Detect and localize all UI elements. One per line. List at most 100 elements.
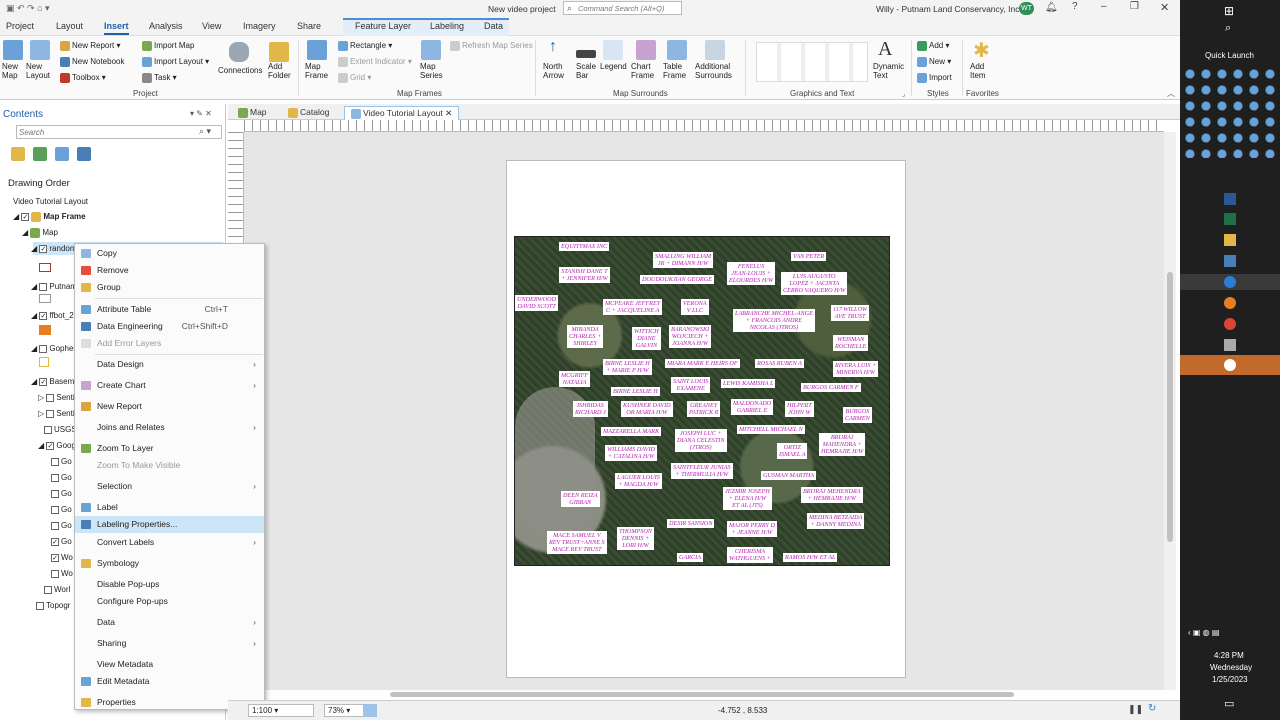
- raster-swatch[interactable]: [39, 325, 51, 335]
- arcgis-pro-icon[interactable]: [1224, 276, 1236, 288]
- layer-item[interactable]: Go: [51, 521, 72, 530]
- layer-item[interactable]: ▷ Senti: [38, 393, 75, 402]
- chrome-icon[interactable]: [1224, 318, 1236, 330]
- minimize-icon[interactable]: –: [1101, 1, 1107, 12]
- vertical-scrollbar[interactable]: [1164, 132, 1176, 690]
- checkbox[interactable]: [39, 344, 48, 353]
- menu-item-attribute-table[interactable]: Attribute Table Ctrl+T: [75, 301, 264, 318]
- checkbox[interactable]: [44, 425, 52, 434]
- menu-item-sharing[interactable]: Sharing ›: [75, 635, 264, 652]
- search-icon[interactable]: ⌕: [1225, 22, 1231, 35]
- menu-item-add-error-layers[interactable]: Add Error Layers: [75, 335, 264, 352]
- menu-item-data-engineering[interactable]: Data Engineering Ctrl+Shift+D: [75, 318, 264, 335]
- notifications-icon[interactable]: ▭: [1224, 697, 1234, 710]
- menu-item-convert-labels[interactable]: Convert Labels ›: [75, 534, 264, 551]
- layer-item[interactable]: Worl: [44, 585, 70, 594]
- layer-item[interactable]: ▷ Senti: [38, 409, 75, 418]
- pane-options-icon[interactable]: ▾ ✎ ✕: [190, 109, 212, 118]
- menu-item-selection[interactable]: Selection ›: [75, 478, 264, 495]
- restore-icon[interactable]: ❐: [1130, 1, 1139, 12]
- command-search-box[interactable]: ⌕ Command Search (Alt+Q): [563, 1, 682, 15]
- horizontal-scrollbar[interactable]: [390, 692, 1014, 697]
- menu-item-new-report[interactable]: New Report: [75, 398, 264, 415]
- symbol-swatch[interactable]: [39, 263, 51, 272]
- menu-item-zoom-to-make-visible[interactable]: Zoom To Make Visible: [75, 457, 264, 474]
- new-style-button[interactable]: New ▾: [917, 57, 951, 67]
- word-icon[interactable]: [1224, 193, 1236, 205]
- additional-surrounds-button[interactable]: Additional Surrounds: [695, 62, 732, 80]
- launcher-icon[interactable]: ⌟: [902, 90, 905, 98]
- menu-item-zoom-to-layer[interactable]: Zoom To Layer: [75, 440, 264, 457]
- symbol-swatch[interactable]: [39, 357, 49, 367]
- windows-start-icon[interactable]: ⊞: [1224, 4, 1234, 18]
- tab-share[interactable]: Share: [297, 21, 321, 31]
- menu-item-configure-popups[interactable]: Configure Pop-ups: [75, 593, 264, 610]
- menu-item-group[interactable]: Group: [75, 279, 264, 296]
- checkbox[interactable]: [51, 473, 59, 482]
- refresh-icon[interactable]: ↻: [1148, 703, 1156, 714]
- layout-name[interactable]: Video Tutorial Layout: [13, 197, 88, 206]
- fixed-zoom-icon[interactable]: [363, 704, 377, 717]
- checkbox[interactable]: [51, 521, 59, 530]
- menu-item-label[interactable]: Label: [75, 499, 264, 516]
- tab-imagery[interactable]: Imagery: [243, 21, 276, 31]
- import-style-button[interactable]: Import: [917, 73, 952, 83]
- menu-item-symbology[interactable]: Symbology: [75, 555, 264, 572]
- doc-tab-map[interactable]: Map: [232, 106, 273, 119]
- map-series-button[interactable]: Map Series: [420, 62, 443, 80]
- layer-item[interactable]: ◢ ✓ Goog: [38, 441, 76, 450]
- menu-item-joins-relates[interactable]: Joins and Relates ›: [75, 419, 264, 436]
- checkbox[interactable]: [51, 489, 59, 498]
- contents-search-input[interactable]: Search ⌕ ▾: [16, 125, 222, 139]
- layer-item[interactable]: Go: [51, 473, 72, 482]
- layer-item[interactable]: ◢ ✓ ffbot_2: [31, 311, 74, 320]
- layer-item[interactable]: Go: [51, 505, 72, 514]
- import-map-button[interactable]: Import Map: [142, 41, 194, 51]
- new-layout-button[interactable]: New Layout: [26, 62, 50, 80]
- checkbox[interactable]: ✓: [39, 311, 48, 320]
- new-map-button[interactable]: New Map: [2, 62, 18, 80]
- layer-item[interactable]: Go: [51, 489, 72, 498]
- menu-item-labeling-properties[interactable]: Labeling Properties...: [75, 516, 264, 533]
- chart-frame-button[interactable]: Chart Frame: [631, 62, 654, 80]
- menu-item-view-metadata[interactable]: View Metadata: [75, 656, 264, 673]
- layer-item[interactable]: USGS: [44, 425, 77, 434]
- extent-indicator-button[interactable]: Extent Indicator ▾: [338, 57, 412, 67]
- layer-item[interactable]: ◢ Putnam: [31, 282, 77, 291]
- doc-tab-catalog[interactable]: Catalog: [282, 106, 335, 119]
- new-notebook-button[interactable]: New Notebook: [60, 57, 124, 67]
- layer-item[interactable]: Topogr: [36, 601, 70, 610]
- checkbox[interactable]: [36, 601, 44, 610]
- tree-item-map-frame[interactable]: ◢ ✓ Map Frame: [13, 212, 86, 222]
- search-icon[interactable]: ⌕ ▾: [199, 126, 211, 137]
- layer-item[interactable]: ✓ Go: [51, 537, 72, 546]
- checkbox[interactable]: ✓: [39, 244, 48, 253]
- recorder-icon[interactable]: [1224, 359, 1236, 371]
- arcgis-icon[interactable]: [1224, 255, 1236, 267]
- tab-project[interactable]: Project: [6, 21, 34, 31]
- symbol-swatch[interactable]: [39, 294, 51, 303]
- layer-item[interactable]: ✓ Wo: [51, 553, 73, 562]
- menu-item-edit-metadata[interactable]: Edit Metadata: [75, 673, 264, 690]
- grid-button[interactable]: Grid ▾: [338, 73, 371, 83]
- graphics-gallery[interactable]: [756, 42, 868, 82]
- close-tab-icon[interactable]: ✕: [445, 108, 452, 118]
- checkbox[interactable]: [46, 409, 55, 418]
- add-item-button[interactable]: Add Item: [970, 62, 986, 80]
- tab-analysis[interactable]: Analysis: [149, 21, 183, 31]
- layer-item[interactable]: ◢ ✓ random: [31, 244, 77, 253]
- checkbox[interactable]: [39, 282, 48, 291]
- menu-item-data[interactable]: Data ›: [75, 614, 264, 631]
- file-explorer-icon[interactable]: [1224, 234, 1236, 246]
- layer-item[interactable]: ◢ ✓ Basem: [31, 377, 74, 386]
- rectangle-button[interactable]: Rectangle ▾: [338, 41, 392, 51]
- legend-button[interactable]: Legend: [600, 62, 627, 71]
- tree-item-map[interactable]: ◢ Map: [22, 228, 58, 238]
- checkbox[interactable]: [46, 393, 55, 402]
- bell-icon[interactable]: 🔔︎: [1045, 2, 1058, 13]
- quick-access-toolbar[interactable]: ▣ ↶ ↷ ⌂ ▾: [6, 3, 50, 14]
- toolbox-button[interactable]: Toolbox ▾: [60, 73, 106, 83]
- user-name[interactable]: Willy - Putnam Land Conservancy, Inc.: [876, 4, 1022, 14]
- layer-item[interactable]: Wo: [51, 569, 73, 578]
- tab-layout[interactable]: Layout: [56, 21, 83, 31]
